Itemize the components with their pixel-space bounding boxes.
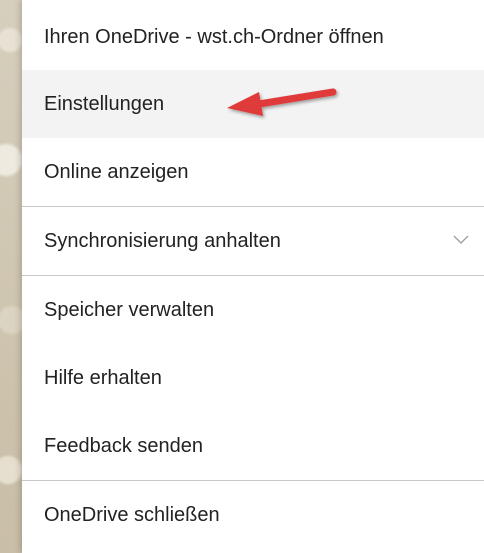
menu-item-label: Feedback senden xyxy=(44,434,204,457)
menu-item-view-online[interactable]: Online anzeigen xyxy=(22,138,484,206)
menu-item-label: Hilfe erhalten xyxy=(44,366,162,389)
menu-item-label: Ihren OneDrive - wst.ch-Ordner öffnen xyxy=(44,25,384,48)
menu-item-label: Online anzeigen xyxy=(44,160,189,183)
menu-item-pause-sync[interactable]: Synchronisierung anhalten xyxy=(22,207,484,275)
menu-item-open-folder[interactable]: Ihren OneDrive - wst.ch-Ordner öffnen xyxy=(22,0,484,70)
menu-item-label: Speicher verwalten xyxy=(44,298,215,321)
desktop-wallpaper xyxy=(0,0,22,553)
menu-item-label: Einstellungen xyxy=(44,92,165,115)
red-arrow-icon xyxy=(227,88,337,116)
menu-item-get-help[interactable]: Hilfe erhalten xyxy=(22,344,484,412)
menu-item-label: Synchronisierung anhalten xyxy=(44,229,281,252)
menu-item-send-feedback[interactable]: Feedback senden xyxy=(22,412,484,480)
menu-item-manage-storage[interactable]: Speicher verwalten xyxy=(22,276,484,344)
chevron-down-icon xyxy=(453,235,469,244)
menu-item-label: OneDrive schließen xyxy=(44,503,220,526)
menu-item-close-onedrive[interactable]: OneDrive schließen xyxy=(22,481,484,549)
